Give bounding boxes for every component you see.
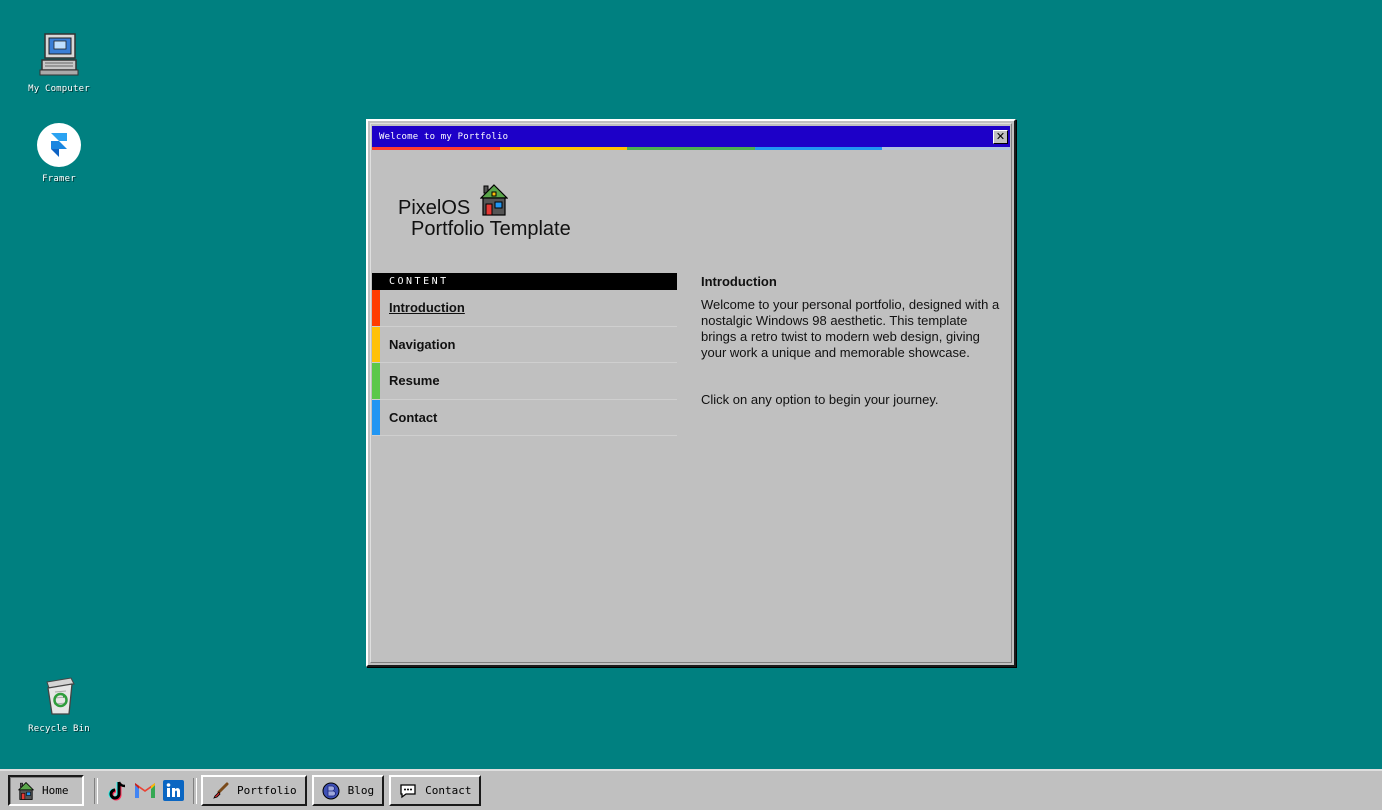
gmail-icon bbox=[135, 783, 155, 798]
taskbar-blog-button[interactable]: Blog bbox=[311, 775, 385, 806]
taskbar-contact-label: Contact bbox=[425, 784, 472, 797]
chat-bubble-icon bbox=[400, 783, 416, 798]
framer-icon bbox=[37, 123, 81, 167]
window-titlebar[interactable]: Welcome to my Portfolio ✕ bbox=[372, 126, 1010, 147]
linkedin-icon bbox=[162, 780, 184, 801]
portfolio-window: Welcome to my Portfolio ✕ PixelOS Portfo… bbox=[366, 119, 1016, 667]
taskbar-separator bbox=[193, 777, 197, 804]
house-icon bbox=[480, 184, 509, 216]
nav-item-label: Introduction bbox=[389, 300, 465, 316]
taskbar-separator bbox=[94, 777, 98, 804]
intro-panel: Introduction Welcome to your personal po… bbox=[701, 274, 1006, 408]
computer-icon bbox=[39, 33, 79, 76]
rainbow-stripe bbox=[372, 147, 1010, 150]
blog-icon bbox=[322, 782, 340, 799]
taskbar-home-button[interactable]: Home bbox=[8, 775, 84, 806]
nav-list: Introduction Navigation Resume Contact bbox=[372, 290, 677, 436]
nav-color-bar bbox=[372, 399, 380, 435]
nav-item-label: Resume bbox=[389, 373, 440, 389]
rainbow-segment bbox=[372, 147, 500, 150]
desktop-icon-label: Recycle Bin bbox=[28, 724, 90, 734]
rainbow-segment bbox=[499, 147, 628, 150]
gmail-link[interactable] bbox=[134, 780, 156, 802]
taskbar: Home Portfolio Blog Contact bbox=[0, 769, 1382, 810]
nav-item-introduction[interactable]: Introduction bbox=[372, 290, 677, 327]
close-icon: ✕ bbox=[995, 130, 1006, 143]
taskbar-portfolio-button[interactable]: Portfolio bbox=[201, 775, 307, 806]
nav-item-resume[interactable]: Resume bbox=[372, 363, 677, 400]
nav-color-bar bbox=[372, 290, 380, 326]
content-header: CONTENT bbox=[372, 273, 677, 290]
desktop-icon-framer[interactable]: Framer bbox=[14, 122, 104, 184]
house-icon bbox=[18, 781, 34, 800]
taskbar-portfolio-label: Portfolio bbox=[237, 784, 297, 797]
taskbar-home-label: Home bbox=[42, 784, 69, 797]
desktop-icon-label: Framer bbox=[42, 174, 76, 184]
brand: PixelOS Portfolio Template bbox=[398, 184, 571, 241]
paintbrush-icon bbox=[213, 782, 229, 799]
nav-item-label: Contact bbox=[389, 409, 438, 425]
nav-item-label: Navigation bbox=[389, 336, 456, 352]
window-title: Welcome to my Portfolio bbox=[379, 131, 509, 142]
desktop-icon-recycle-bin[interactable]: Recycle Bin bbox=[14, 672, 104, 734]
rainbow-segment bbox=[754, 147, 883, 150]
nav-color-bar bbox=[372, 326, 380, 362]
nav-item-navigation[interactable]: Navigation bbox=[372, 326, 677, 363]
recycle-bin-icon bbox=[46, 677, 75, 715]
tiktok-icon bbox=[108, 781, 126, 800]
linkedin-link[interactable] bbox=[162, 780, 184, 802]
rainbow-segment bbox=[627, 147, 755, 150]
intro-prompt: Click on any option to begin your journe… bbox=[701, 392, 939, 407]
desktop-icon-my-computer[interactable]: My Computer bbox=[14, 32, 104, 94]
desktop-icon-label: My Computer bbox=[28, 84, 90, 94]
brand-title: PixelOS bbox=[398, 197, 471, 219]
intro-paragraph: Welcome to your personal portfolio, desi… bbox=[701, 297, 1000, 360]
taskbar-contact-button[interactable]: Contact bbox=[389, 775, 482, 806]
nav-color-bar bbox=[372, 363, 380, 399]
taskbar-blog-label: Blog bbox=[347, 784, 375, 797]
nav-item-contact[interactable]: Contact bbox=[372, 399, 677, 436]
brand-subtitle: Portfolio Template bbox=[411, 218, 571, 240]
close-button[interactable]: ✕ bbox=[993, 129, 1008, 144]
rainbow-segment bbox=[882, 147, 1010, 150]
intro-heading: Introduction bbox=[701, 274, 777, 289]
tiktok-link[interactable] bbox=[106, 780, 128, 802]
social-links bbox=[106, 780, 184, 802]
